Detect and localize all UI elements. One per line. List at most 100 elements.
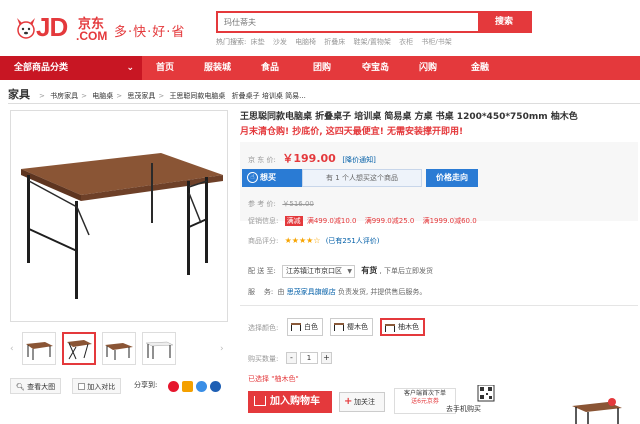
product-thumbnail[interactable]: [102, 332, 136, 365]
price-box: 京 东 价: ￥199.00 [降价通知] ☝ 想买 有 1 个人想买这个商品 …: [240, 142, 638, 221]
cart-icon: [254, 396, 266, 406]
hot-search-list: 热门搜索: 床垫 沙发 电脑椅 折叠床 鞋架/置物架 衣柜 书柜/书架: [216, 37, 458, 47]
search-input[interactable]: [218, 13, 474, 31]
qty-input[interactable]: 1: [300, 352, 318, 364]
add-compare-label: 加入对比: [87, 383, 116, 391]
service-note: 负责发货, 并提供售后服务。: [337, 288, 427, 296]
product-thumbnail-active[interactable]: [62, 332, 96, 365]
breadcrumb-item: 折叠桌子 培训桌 简易...: [231, 92, 306, 100]
shop-link[interactable]: 思茂家具旗舰店: [287, 288, 336, 296]
reference-price-row: 参 考 价: ￥516.00: [248, 199, 314, 209]
color-option-cherry[interactable]: 樱木色: [330, 318, 373, 336]
header: JD 京东 .COM 多·快·好·省 搜索 热门搜索: 床垫 沙发 电脑椅 折叠…: [0, 0, 640, 56]
all-categories-label: 全部商品分类: [14, 63, 69, 73]
nav-item-clothing[interactable]: 服装城: [204, 56, 231, 80]
qty-decrease-button[interactable]: -: [286, 352, 297, 364]
color-label: 选择颜色:: [248, 324, 279, 332]
color-option-label: 樱木色: [347, 323, 368, 331]
price-trend-button[interactable]: 价格走向: [426, 169, 478, 187]
breadcrumb-item[interactable]: 思茂家具: [127, 92, 155, 100]
weibo-icon[interactable]: [168, 381, 179, 392]
follow-button[interactable]: + 加关注: [339, 392, 385, 412]
follow-label: 加关注: [354, 398, 375, 406]
jd-price-label: 京 东 价:: [248, 156, 276, 164]
hot-search-word[interactable]: 衣柜: [399, 38, 413, 46]
product-thumbnail[interactable]: [22, 332, 56, 365]
thumb-next-icon[interactable]: ›: [220, 344, 224, 354]
search-button[interactable]: 搜索: [478, 13, 530, 31]
all-categories-button[interactable]: 全部商品分类 ⌄: [0, 56, 142, 80]
mobile-promo-line1: 客户端首次下单: [403, 390, 446, 397]
hot-search-word[interactable]: 书柜/书架: [421, 38, 451, 46]
decor-table-icon: [572, 398, 622, 424]
promo-info-label: 促销信息:: [248, 217, 279, 225]
ref-price-label: 参 考 价:: [248, 200, 276, 208]
chevron-down-icon: ⌄: [126, 63, 134, 73]
breadcrumb-sep: >: [39, 92, 45, 100]
qzone-icon[interactable]: [182, 381, 193, 392]
hot-search-word[interactable]: 电脑椅: [295, 38, 316, 46]
breadcrumb-item[interactable]: 书房家具: [50, 92, 78, 100]
hot-search-label: 热门搜索:: [216, 38, 247, 46]
breadcrumb-sep: >: [81, 92, 87, 100]
folding-table-image: [21, 153, 223, 299]
nav-item-finance[interactable]: 金融: [471, 56, 489, 80]
qty-label: 购买数量:: [248, 355, 279, 363]
view-large-label: 查看大图: [27, 383, 56, 391]
want-button[interactable]: ☝ 想买: [242, 169, 302, 187]
breadcrumb-root[interactable]: 家具: [8, 88, 30, 101]
nav-item-home[interactable]: 首页: [156, 56, 174, 80]
color-option-white[interactable]: 白色: [287, 318, 323, 336]
nav-item-groupbuy[interactable]: 团购: [313, 56, 331, 80]
rating-label: 商品评分:: [248, 237, 279, 245]
service-row: 服 务: 由 思茂家具旗舰店 负责发货, 并提供售后服务。: [248, 287, 426, 297]
region-value: 江苏镇江市京口区: [286, 267, 343, 275]
product-main-image[interactable]: [10, 110, 228, 322]
search-box: 搜索: [216, 11, 532, 33]
promo-info-row: 促销信息: 满减 满499.0减10.0 满999.0减25.0 满1999.0…: [248, 216, 483, 226]
breadcrumb: 家具 > 书房家具 > 电脑桌 > 思茂家具 > 王思聪同款电脑桌 折叠桌子 培训桌 简…: [8, 86, 306, 102]
want-button-label: 想买: [260, 173, 276, 182]
nav-item-auction[interactable]: 夺宝岛: [362, 56, 389, 80]
price-notice-link[interactable]: [降价通知]: [342, 156, 375, 164]
jd-logo[interactable]: JD 京东 .COM 多·快·好·省: [14, 12, 204, 46]
nav-item-flash[interactable]: 闪购: [419, 56, 437, 80]
nav-item-food[interactable]: 食品: [261, 56, 279, 80]
hot-search-word[interactable]: 鞋架/置物架: [354, 38, 391, 46]
color-option-label: 柚木色: [398, 323, 419, 331]
hot-search-word[interactable]: 沙发: [273, 38, 287, 46]
reviews-link[interactable]: (已有251人评价): [326, 237, 380, 245]
breadcrumb-item[interactable]: 电脑桌: [92, 92, 113, 100]
hot-search-word[interactable]: 床垫: [251, 38, 265, 46]
checkbox-icon: [78, 383, 85, 390]
breadcrumb-sep: >: [116, 92, 123, 100]
delivery-row: 配 送 至: 江苏镇江市京口区 ▼ 有货 , 下单后立即发货: [248, 265, 433, 278]
hot-search-word[interactable]: 折叠床: [324, 38, 345, 46]
delivery-label: 配 送 至:: [248, 267, 276, 275]
stock-note: , 下单后立即发货: [379, 267, 433, 275]
region-select[interactable]: 江苏镇江市京口区 ▼: [282, 265, 356, 278]
tencent-weibo-icon[interactable]: [210, 381, 221, 392]
view-large-button[interactable]: 🔍︎ 查看大图: [10, 378, 62, 394]
jd-price: ￥199.00: [282, 152, 336, 165]
add-compare-button[interactable]: 加入对比: [72, 378, 122, 394]
thumb-prev-icon[interactable]: ‹: [10, 344, 14, 354]
table-mini-icon: [291, 323, 301, 331]
qty-increase-button[interactable]: +: [321, 352, 332, 364]
breadcrumb-item[interactable]: 王思聪同款电脑桌: [169, 92, 225, 100]
add-to-cart-label: 加入购物车: [270, 396, 320, 407]
table-mini-icon: [334, 323, 344, 331]
color-option-label: 白色: [304, 323, 318, 331]
breadcrumb-divider: [8, 103, 640, 104]
chevron-down-icon: ▼: [347, 268, 353, 275]
color-option-teak-selected[interactable]: 柚木色: [380, 318, 425, 336]
product-thumbnail[interactable]: [142, 332, 176, 365]
renren-icon[interactable]: [196, 381, 207, 392]
add-to-cart-button[interactable]: 加入购物车: [248, 391, 332, 413]
price-row: 京 东 价: ￥199.00 [降价通知]: [248, 150, 376, 166]
plus-icon: +: [344, 396, 353, 407]
main-nav: 全部商品分类 ⌄ 首页 服装城 食品 团购 夺宝岛 闪购 金融: [0, 56, 640, 80]
rating-stars: ★★★★☆: [284, 236, 321, 245]
mobile-buy-label[interactable]: 去手机购买: [446, 404, 481, 414]
thumb-table-image: [145, 341, 174, 359]
